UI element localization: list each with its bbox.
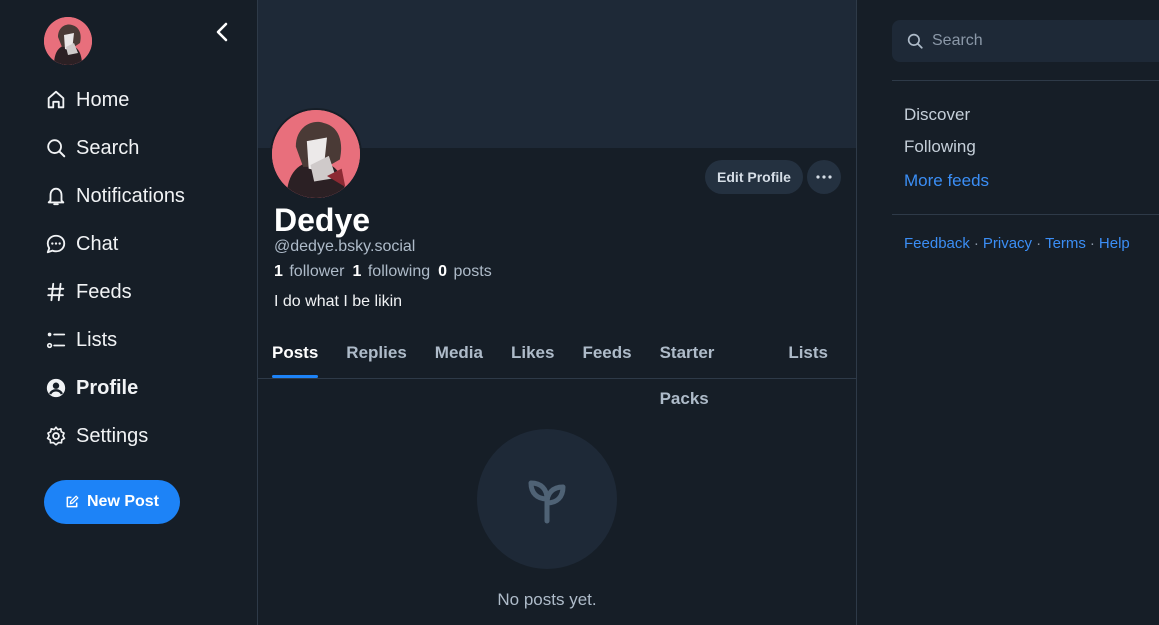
profile-tabs: Posts Replies Media Likes Feeds Starter … [258,330,856,408]
nav-label: Feeds [76,280,132,303]
tab-likes[interactable]: Likes [511,330,554,378]
feed-link-following[interactable]: Following [904,137,976,157]
bell-icon [44,184,68,208]
nav-item-feeds[interactable]: Feeds [44,268,185,316]
footer-link-feedback[interactable]: Feedback [904,235,970,252]
compose-icon [65,495,79,509]
primary-nav: Home Search Notifications Chat Feeds Lis… [44,76,185,460]
followers-link[interactable]: 1 follower [274,263,345,281]
new-post-label: New Post [86,493,159,510]
tab-feeds[interactable]: Feeds [582,330,631,378]
nav-item-home[interactable]: Home [44,76,185,124]
footer-link-privacy[interactable]: Privacy [983,235,1032,252]
following-link[interactable]: 1 following [353,263,431,281]
following-count: 1 [352,263,362,280]
nav-item-chat[interactable]: Chat [44,220,185,268]
new-post-button[interactable]: New Post [44,480,180,524]
list-icon [44,328,68,352]
nav-item-profile[interactable]: Profile [44,364,185,412]
profile-more-button[interactable] [807,160,841,194]
footer-link-help[interactable]: Help [1099,235,1130,252]
footer-links: Feedback · Privacy · Terms · Help [904,235,1130,252]
chat-icon [44,232,68,256]
profile-stats: 1 follower 1 following 0 posts [274,263,500,281]
search-icon [44,136,68,160]
nav-label: Search [76,136,140,159]
right-sidebar: Discover Following More feeds Feedback·P… [857,0,1159,625]
nav-item-search[interactable]: Search [44,124,185,172]
chevron-left-icon [216,22,228,42]
nav-item-lists[interactable]: Lists [44,316,185,364]
display-name: Dedye [274,202,371,238]
sprout-icon [528,480,566,524]
nav-label: Settings [76,424,149,447]
search-box[interactable] [892,20,1159,62]
posts-count: 0 [438,263,448,280]
tab-posts[interactable]: Posts [272,330,319,378]
edit-profile-button[interactable]: Edit Profile [705,160,803,194]
search-icon [906,32,924,50]
followers-label: follower [289,263,345,280]
divider [892,80,1159,81]
empty-state-illustration [477,429,617,569]
user-circle-icon [44,376,68,400]
current-user-avatar[interactable] [44,17,92,65]
app-window: Home Search Notifications Chat Feeds Lis… [0,0,1159,625]
profile-column: Edit Profile Dedye @dedye.bsky.social 1 … [257,0,857,625]
collapse-sidebar-button[interactable] [208,18,236,46]
posts-stat: 0 posts [438,263,492,281]
posts-label: posts [453,263,492,280]
nav-item-settings[interactable]: Settings [44,412,185,460]
search-input[interactable] [932,32,1152,50]
nav-label: Lists [76,328,118,351]
divider [892,214,1159,215]
followers-count: 1 [274,263,283,280]
left-navigation: Home Search Notifications Chat Feeds Lis… [0,0,257,625]
following-label: following [367,263,431,280]
nav-label: Chat [76,232,119,255]
footer-link-terms[interactable]: Terms [1045,235,1086,252]
nav-label: Notifications [76,184,185,207]
gear-icon [44,424,68,448]
tab-lists[interactable]: Lists [788,330,828,378]
feed-link-discover[interactable]: Discover [904,105,970,125]
hash-icon [44,280,68,304]
tab-media[interactable]: Media [435,330,483,378]
empty-state-text: No posts yet. [497,590,597,609]
tab-replies[interactable]: Replies [346,330,406,378]
nav-label: Profile [76,376,139,399]
profile-bio: I do what I be likin [274,293,403,310]
more-horizontal-icon [816,175,832,179]
profile-handle: @dedye.bsky.social [274,238,416,255]
home-icon [44,88,68,112]
nav-item-notifications[interactable]: Notifications [44,172,185,220]
profile-avatar[interactable] [270,108,362,200]
tab-starter-packs[interactable]: Starter Packs [660,330,761,408]
more-feeds-link[interactable]: More feeds [904,171,989,191]
nav-label: Home [76,88,130,111]
